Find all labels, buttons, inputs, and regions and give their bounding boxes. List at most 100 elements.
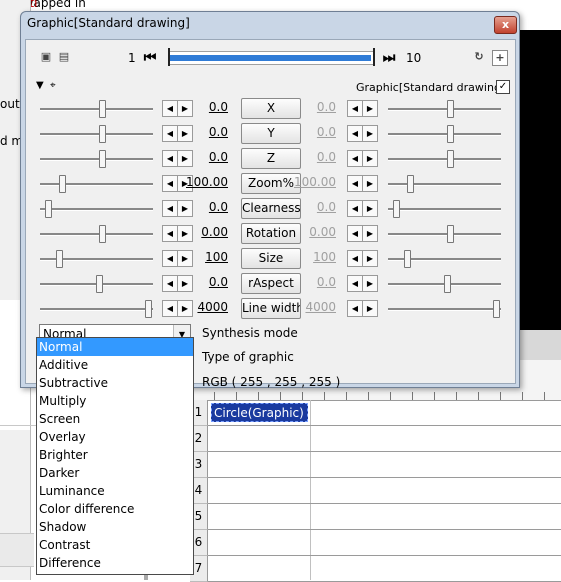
close-button[interactable]: x [494, 16, 517, 34]
layer-row[interactable] [208, 478, 561, 504]
slider-thumb[interactable] [56, 250, 64, 268]
decrease-icon[interactable]: ◀ [163, 276, 177, 291]
start-value[interactable]: 100 [180, 250, 228, 264]
decrease-icon[interactable]: ◀ [348, 226, 362, 241]
decrease-icon[interactable]: ◀ [163, 176, 177, 191]
decrease-icon[interactable]: ◀ [163, 226, 177, 241]
decrease-icon[interactable]: ◀ [163, 101, 177, 116]
increase-icon[interactable]: ▶ [362, 126, 377, 141]
end-value-slider[interactable] [388, 300, 501, 318]
end-value[interactable]: 100.00 [288, 175, 336, 189]
slider-thumb[interactable] [444, 275, 452, 293]
decrease-icon[interactable]: ◀ [163, 151, 177, 166]
start-value-slider[interactable] [40, 250, 153, 268]
increase-icon[interactable]: ▶ [362, 151, 377, 166]
decrease-icon[interactable]: ◀ [163, 251, 177, 266]
end-value-slider[interactable] [388, 175, 501, 193]
slider-thumb[interactable] [404, 250, 412, 268]
end-value[interactable]: 0.0 [288, 125, 336, 139]
decrease-icon[interactable]: ◀ [348, 126, 362, 141]
timeline-clip[interactable]: Circle(Graphic) [211, 403, 308, 422]
range-end-cap[interactable] [373, 48, 375, 66]
start-value[interactable]: 0.0 [180, 150, 228, 164]
dropdown-option[interactable]: Brighter [37, 446, 193, 464]
title-bar[interactable]: Graphic[Standard drawing] x [21, 12, 519, 38]
end-value[interactable]: 0.0 [288, 150, 336, 164]
slider-thumb[interactable] [99, 100, 107, 118]
end-value[interactable]: 100 [288, 250, 336, 264]
dropdown-option[interactable]: Multiply [37, 392, 193, 410]
increase-icon[interactable]: ▶ [362, 251, 377, 266]
decrease-icon[interactable]: ◀ [163, 301, 177, 316]
slider-thumb[interactable] [492, 300, 500, 318]
dropdown-option[interactable]: Subtractive [37, 374, 193, 392]
slider-thumb[interactable] [99, 150, 107, 168]
end-value-slider[interactable] [388, 200, 501, 218]
slider-thumb[interactable] [447, 225, 455, 243]
decrease-icon[interactable]: ◀ [348, 176, 362, 191]
decrease-icon[interactable]: ◀ [348, 251, 362, 266]
increase-icon[interactable]: ▶ [362, 226, 377, 241]
layer-row[interactable] [208, 530, 561, 556]
end-value-slider[interactable] [388, 100, 501, 118]
go-end-button[interactable]: ⏭ [380, 49, 398, 67]
decrease-icon[interactable]: ◀ [163, 126, 177, 141]
dropdown-option[interactable]: Overlay [37, 428, 193, 446]
timeline[interactable]: 1234567 Circle(Graphic) [144, 360, 561, 582]
start-value-slider[interactable] [40, 100, 153, 118]
plugin-enable-checkbox[interactable]: ✓ [496, 80, 510, 94]
dropdown-option[interactable]: Normal [37, 338, 193, 356]
layer-row[interactable] [208, 504, 561, 530]
end-value[interactable]: 0.0 [288, 100, 336, 114]
slider-thumb[interactable] [59, 175, 67, 193]
frame-range-bar[interactable] [168, 48, 375, 66]
start-value-slider[interactable] [40, 300, 153, 318]
decrease-icon[interactable]: ◀ [348, 201, 362, 216]
start-value-slider[interactable] [40, 150, 153, 168]
dropdown-option[interactable]: Color difference [37, 500, 193, 518]
increase-icon[interactable]: ▶ [362, 201, 377, 216]
layer-row[interactable] [208, 426, 561, 452]
start-value[interactable]: 0.0 [180, 275, 228, 289]
rgb-color-label[interactable]: RGB ( 255 , 255 , 255 ) [202, 375, 340, 389]
decrease-icon[interactable]: ◀ [348, 151, 362, 166]
decrease-icon[interactable]: ◀ [348, 101, 362, 116]
start-value[interactable]: 0.00 [180, 225, 228, 239]
increase-icon[interactable]: ▶ [362, 301, 377, 316]
start-value[interactable]: 4000 [180, 300, 228, 314]
end-value-spinner[interactable]: ◀ ▶ [347, 275, 378, 292]
start-value[interactable]: 0.0 [180, 100, 228, 114]
decrease-icon[interactable]: ◀ [348, 301, 362, 316]
start-value-slider[interactable] [40, 200, 153, 218]
type-of-graphic-label[interactable]: Type of graphic [202, 350, 294, 364]
collapse-triangle-icon[interactable]: ▼ [36, 80, 44, 91]
slider-thumb[interactable] [99, 125, 107, 143]
slider-thumb[interactable] [447, 125, 455, 143]
start-value-slider[interactable] [40, 275, 153, 293]
start-value[interactable]: 0.0 [180, 200, 228, 214]
dropdown-option[interactable]: Darker [37, 464, 193, 482]
end-value-spinner[interactable]: ◀ ▶ [347, 175, 378, 192]
end-value[interactable]: 0.0 [288, 200, 336, 214]
increase-icon[interactable]: ▶ [362, 276, 377, 291]
end-value[interactable]: 0.00 [288, 225, 336, 239]
decrease-icon[interactable]: ◀ [348, 276, 362, 291]
dropdown-option[interactable]: Shadow [37, 518, 193, 536]
start-value[interactable]: 100.00 [180, 175, 228, 189]
range-start-cap[interactable] [168, 48, 170, 66]
go-start-button[interactable]: ⏮ [141, 49, 159, 67]
synthesis-mode-dropdown[interactable]: Normal Additive Subtractive Multiply Screen O… [36, 337, 194, 575]
end-value-slider[interactable] [388, 150, 501, 168]
slider-thumb[interactable] [96, 275, 104, 293]
start-value-slider[interactable] [40, 225, 153, 243]
end-value-spinner[interactable]: ◀ ▶ [347, 300, 378, 317]
slider-thumb[interactable] [144, 300, 152, 318]
start-value-slider[interactable] [40, 175, 153, 193]
end-value-slider[interactable] [388, 250, 501, 268]
dropdown-option[interactable]: Difference [37, 554, 193, 572]
end-value-slider[interactable] [388, 125, 501, 143]
end-value[interactable]: 4000 [288, 300, 336, 314]
end-value-slider[interactable] [388, 225, 501, 243]
increase-icon[interactable]: ▶ [362, 176, 377, 191]
refresh-icon[interactable]: ↻ [472, 50, 486, 64]
